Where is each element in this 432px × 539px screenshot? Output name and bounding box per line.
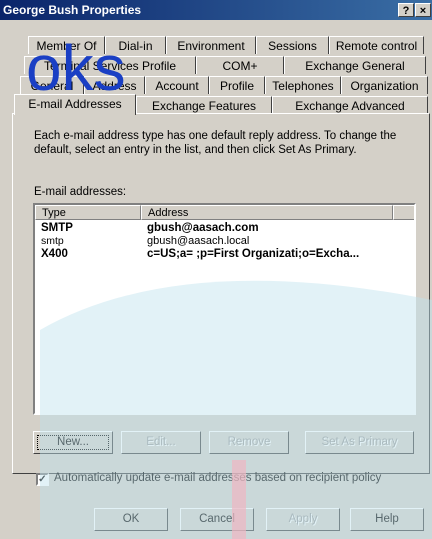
- new-button[interactable]: New...: [33, 431, 113, 454]
- tab-dial-in[interactable]: Dial-in: [105, 36, 166, 54]
- tab-organization[interactable]: Organization: [341, 76, 428, 94]
- address-type: X400: [41, 248, 68, 260]
- email-addresses-label: E-mail addresses:: [34, 186, 127, 198]
- list-item[interactable]: SMTP: [41, 222, 73, 235]
- address-type: SMTP: [41, 222, 73, 234]
- tab-sessions[interactable]: Sessions: [256, 36, 329, 54]
- help-button[interactable]: Help: [350, 508, 424, 531]
- apply-button[interactable]: Apply: [266, 508, 340, 531]
- tab-telephones[interactable]: Telephones: [265, 76, 341, 94]
- tab-remote-control[interactable]: Remote control: [329, 36, 424, 54]
- tab-exchange-features[interactable]: Exchange Features: [136, 96, 272, 114]
- tab-general[interactable]: General: [20, 76, 84, 94]
- tab-address[interactable]: Address: [84, 76, 145, 94]
- auto-update-checkbox-label[interactable]: Automatically update e-mail addresses ba…: [54, 472, 381, 484]
- email-address-list[interactable]: Type Address SMTP gbush@aasach.com smtp …: [33, 203, 416, 415]
- tab-member-of[interactable]: Member Of: [28, 36, 105, 54]
- column-header-filler: [393, 205, 414, 220]
- list-item-address[interactable]: c=US;a= ;p=First Organizati;o=Excha...: [147, 248, 359, 261]
- tab-profile[interactable]: Profile: [209, 76, 265, 94]
- description-text: Each e-mail address type has one default…: [34, 130, 397, 156]
- tab-exchange-general[interactable]: Exchange General: [284, 56, 426, 74]
- list-item-address[interactable]: gbush@aasach.local: [147, 235, 249, 248]
- edit-button[interactable]: Edit...: [121, 431, 201, 454]
- title-bar: George Bush Properties ? ×: [0, 0, 432, 20]
- list-item-address[interactable]: gbush@aasach.com: [147, 222, 259, 235]
- tab-terminal-services-profile[interactable]: Terminal Services Profile: [24, 56, 196, 74]
- properties-dialog: George Bush Properties ? × Member Of Dia…: [0, 0, 432, 539]
- list-item[interactable]: X400: [41, 248, 68, 261]
- ok-button[interactable]: OK: [94, 508, 168, 531]
- tab-account[interactable]: Account: [145, 76, 209, 94]
- window-title: George Bush Properties: [3, 3, 142, 17]
- close-title-button[interactable]: ×: [415, 3, 431, 17]
- tab-row-3: General Address Account Profile Telephon…: [0, 76, 432, 95]
- tab-email-addresses[interactable]: E-mail Addresses: [14, 94, 136, 115]
- cancel-button[interactable]: Cancel: [180, 508, 254, 531]
- tab-exchange-advanced[interactable]: Exchange Advanced: [272, 96, 428, 114]
- address-type: smtp: [41, 235, 64, 247]
- column-header-type[interactable]: Type: [35, 205, 141, 220]
- tab-row-2: Terminal Services Profile COM+ Exchange …: [0, 56, 432, 75]
- tab-com-plus[interactable]: COM+: [196, 56, 284, 74]
- help-title-button[interactable]: ?: [398, 3, 414, 17]
- tab-environment[interactable]: Environment: [166, 36, 256, 54]
- set-as-primary-button[interactable]: Set As Primary: [305, 431, 414, 454]
- auto-update-checkbox[interactable]: ✓: [36, 473, 49, 486]
- remove-button[interactable]: Remove: [209, 431, 289, 454]
- column-header-address[interactable]: Address: [141, 205, 393, 220]
- tab-row-1: Member Of Dial-in Environment Sessions R…: [0, 36, 432, 55]
- list-item[interactable]: smtp: [41, 235, 64, 248]
